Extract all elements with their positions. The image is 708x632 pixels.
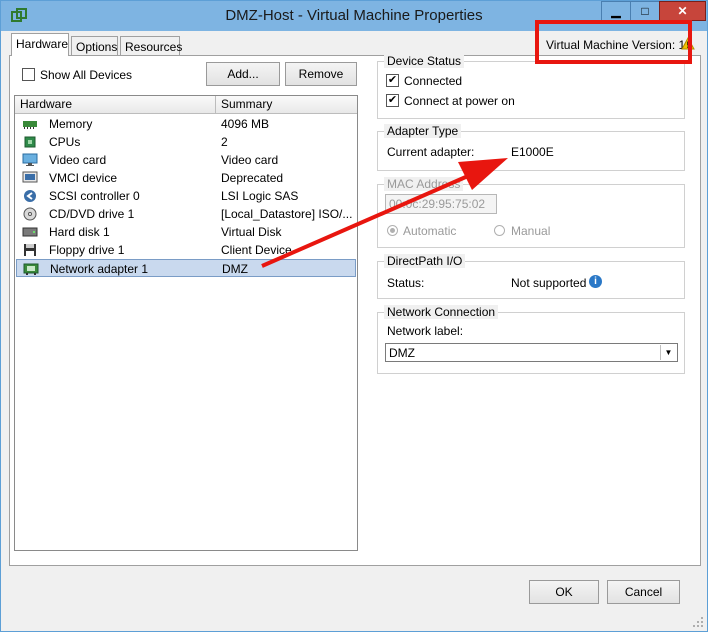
scsi-controller-icon [24,190,36,202]
tab-options[interactable]: Options [71,36,118,56]
network-adapter-icon [23,263,39,275]
tab-hardware[interactable]: Hardware [11,33,69,56]
directpath-status-value: Not supported [511,276,587,290]
column-header-hardware[interactable]: Hardware [20,97,72,111]
resize-grip-icon[interactable] [691,615,705,629]
hardware-row-floppy-drive[interactable]: Floppy drive 1 Client Device [16,241,356,259]
connected-checkbox[interactable]: ✔ [386,74,399,87]
minimize-button[interactable]: ▁ [601,1,631,21]
hardware-row-summary: [Local_Datastore] ISO/... [221,207,353,221]
vmci-device-icon [22,171,38,183]
hardware-row-name: CPUs [49,135,81,149]
hardware-list: Hardware Summary Memory 4096 MB CPUs 2 V… [14,95,358,551]
hardware-row-name: Hard disk 1 [49,225,110,239]
hardware-row-name: VMCI device [49,171,118,185]
hardware-row-name: Floppy drive 1 [49,243,125,257]
mac-address-field[interactable]: 00:0c:29:95:75:02 [385,194,497,214]
cancel-button[interactable]: Cancel [607,580,680,604]
directpath-title: DirectPath I/O [384,254,466,268]
close-button[interactable]: ✕ [659,1,706,21]
hardware-row-video-card[interactable]: Video card Video card [16,151,356,169]
show-all-devices-checkbox[interactable] [22,68,35,81]
hardware-row-cpus[interactable]: CPUs 2 [16,133,356,151]
hardware-row-name: Video card [49,153,107,167]
mac-address-title: MAC Address [384,177,464,191]
hardware-row-name: Network adapter 1 [50,262,149,276]
network-label-select[interactable]: DMZ ▼ [385,343,678,362]
memory-icon [23,121,37,129]
remove-button[interactable]: Remove [285,62,357,86]
current-adapter-value: E1000E [511,145,554,159]
chevron-down-icon: ▼ [660,345,676,360]
hardware-row-summary: LSI Logic SAS [221,189,299,203]
hardware-row-summary: 4096 MB [221,117,270,131]
mac-manual-radio[interactable] [494,225,505,236]
show-all-devices-label: Show All Devices [40,68,133,82]
hard-disk-icon [22,227,38,237]
mac-automatic-label: Automatic [403,224,457,238]
device-status-group: Device Status [377,54,685,119]
adapter-type-title: Adapter Type [384,124,462,138]
tab-resources[interactable]: Resources [120,36,182,56]
hardware-row-vmci-device[interactable]: VMCI device Deprecated [16,169,356,187]
hardware-row-scsi-controller[interactable]: SCSI controller 0 LSI Logic SAS [16,187,356,205]
vm-properties-window: DMZ-Host - Virtual Machine Properties ▁ … [0,0,708,632]
network-label-caption: Network label: [387,324,464,338]
ok-button[interactable]: OK [529,580,599,604]
connect-at-power-on-checkbox[interactable]: ✔ [386,94,399,107]
connected-label: Connected [404,74,463,88]
hardware-row-summary: Deprecated [221,171,284,185]
floppy-icon [24,244,36,256]
hardware-row-name: Memory [49,117,93,131]
mac-manual-label: Manual [511,224,551,238]
column-header-summary[interactable]: Summary [221,97,272,111]
column-divider[interactable] [215,96,216,113]
connect-at-power-on-label: Connect at power on [404,94,515,108]
mac-automatic-radio[interactable] [387,225,398,236]
video-card-icon [22,153,38,166]
hardware-row-summary: DMZ [222,262,248,276]
hardware-row-summary: Virtual Disk [221,225,282,239]
cd-dvd-icon [23,207,37,221]
hardware-row-cd-dvd-drive[interactable]: CD/DVD drive 1 [Local_Datastore] ISO/... [16,205,356,223]
hardware-row-summary: Video card [221,153,279,167]
network-label-value: DMZ [389,346,415,360]
cpu-icon [24,136,36,148]
hardware-row-summary: Client Device [221,243,292,257]
add-button[interactable]: Add... [206,62,280,86]
device-status-title: Device Status [384,54,465,68]
info-icon[interactable]: i [589,275,602,288]
hardware-row-name: SCSI controller 0 [49,189,140,203]
directpath-status-label: Status: [387,276,425,290]
maximize-button[interactable]: □ [630,1,660,21]
hardware-row-network-adapter[interactable]: Network adapter 1 DMZ [16,259,356,277]
hardware-row-hard-disk[interactable]: Hard disk 1 Virtual Disk [16,223,356,241]
hardware-row-name: CD/DVD drive 1 [49,207,135,221]
hardware-row-summary: 2 [221,135,228,149]
annotation-highlight-box [535,20,692,64]
current-adapter-label: Current adapter: [387,145,475,159]
hardware-row-memory[interactable]: Memory 4096 MB [16,115,356,133]
hardware-list-header: Hardware Summary [15,96,357,114]
network-connection-title: Network Connection [384,305,499,319]
